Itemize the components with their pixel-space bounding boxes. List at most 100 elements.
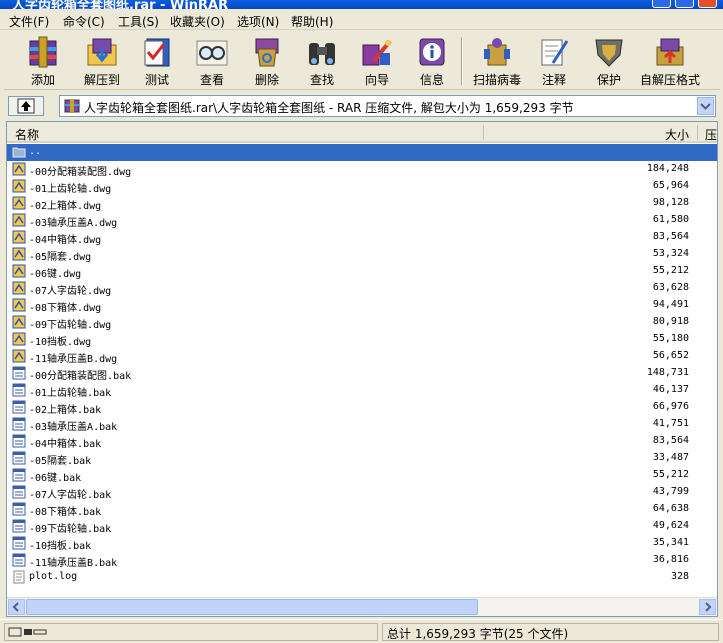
file-list[interactable]: 名称 大小 压 .. -00分配箱装配图.dwg 184,248 -01上齿轮轴.d… [6, 121, 718, 617]
menu-tools[interactable]: 工具(S) [118, 13, 159, 30]
wizard-icon [362, 39, 392, 66]
file-row[interactable]: -07人字齿轮.dwg 63,628 [7, 280, 717, 297]
extract-folder-icon [87, 38, 117, 66]
sfx-button[interactable]: 自解压格式 [634, 33, 706, 89]
dwg-file-icon [12, 247, 26, 261]
bak-file-icon [12, 553, 26, 567]
address-dropdown-button[interactable] [697, 97, 714, 115]
scan-virus-button[interactable]: 扫描病毒 [466, 33, 528, 89]
file-row[interactable]: -06键.dwg 55,212 [7, 263, 717, 280]
scroll-left-button[interactable] [8, 599, 25, 615]
scan-virus-icon [484, 38, 510, 66]
comment-button[interactable]: 注释 [525, 33, 583, 89]
protect-button[interactable]: 保护 [580, 33, 638, 89]
find-button[interactable]: 查找 [293, 33, 351, 89]
test-label: 测试 [144, 73, 169, 87]
file-row[interactable]: -07人字齿轮.bak 43,799 [7, 484, 717, 501]
view-button[interactable]: 查看 [183, 33, 241, 89]
file-size: 63,628 [652, 282, 689, 293]
file-row[interactable]: -10挡板.bak 35,341 [7, 535, 717, 552]
file-row[interactable]: -08下箱体.bak 64,638 [7, 501, 717, 518]
menu-options[interactable]: 选项(N) [237, 13, 279, 30]
file-size: 56,652 [652, 350, 689, 361]
file-row[interactable]: -00分配箱装配图.bak 148,731 [7, 365, 717, 382]
column-header-packed[interactable]: 压 [705, 126, 717, 143]
up-one-level-button[interactable] [8, 96, 44, 116]
file-size: 33,487 [652, 452, 689, 463]
column-header-name[interactable]: 名称 [15, 126, 39, 143]
maximize-button[interactable] [675, 0, 694, 8]
dwg-file-icon [12, 196, 26, 210]
horizontal-scrollbar[interactable] [7, 597, 717, 616]
file-row[interactable]: -05隔套.bak 33,487 [7, 450, 717, 467]
file-row[interactable]: plot.log 328 [7, 569, 717, 586]
file-row[interactable]: -09下齿轮轴.bak 49,624 [7, 518, 717, 535]
dwg-file-icon [12, 298, 26, 312]
file-name: plot.log [29, 571, 78, 582]
dwg-file-icon [12, 179, 26, 193]
file-name: -01上齿轮轴.bak [29, 388, 112, 399]
toolbar-separator [461, 37, 463, 85]
file-row[interactable]: -01上齿轮轴.dwg 65,964 [7, 178, 717, 195]
file-row[interactable]: -08下箱体.dwg 94,491 [7, 297, 717, 314]
column-header-size[interactable]: 大小 [665, 126, 689, 143]
file-row[interactable]: -10挡板.dwg 55,180 [7, 331, 717, 348]
file-row[interactable]: -01上齿轮轴.bak 46,137 [7, 382, 717, 399]
menu-file[interactable]: 文件(F) [9, 13, 49, 30]
status-left-cell [4, 623, 378, 641]
info-icon [419, 38, 445, 66]
scroll-right-button[interactable] [699, 599, 716, 615]
column-divider[interactable] [697, 125, 698, 140]
menu-favorites[interactable]: 收藏夹(O) [170, 13, 225, 30]
file-row[interactable]: -06键.bak 55,212 [7, 467, 717, 484]
file-row[interactable]: -02上箱体.dwg 98,128 [7, 195, 717, 212]
find-binoculars-icon [309, 43, 335, 65]
dwg-file-icon [12, 315, 26, 329]
file-name: -11轴承压盖B.dwg [29, 354, 118, 365]
file-size: 328 [670, 571, 689, 582]
delete-button[interactable]: 删除 [238, 33, 296, 89]
file-size: 64,638 [652, 503, 689, 514]
file-row[interactable]: -04中箱体.bak 83,564 [7, 433, 717, 450]
dwg-file-icon [12, 264, 26, 278]
parent-folder-row[interactable]: .. [7, 144, 717, 161]
bak-file-icon [12, 417, 26, 431]
test-button[interactable]: 测试 [128, 33, 186, 89]
address-bar[interactable]: 人字齿轮箱全套图纸.rar\人字齿轮箱全套图纸 - RAR 压缩文件, 解包大小… [59, 95, 716, 117]
file-name: -04中箱体.dwg [29, 235, 102, 246]
dwg-file-icon [12, 349, 26, 363]
file-name: -00分配箱装配图.bak [29, 371, 132, 382]
wizard-label: 向导 [364, 73, 389, 87]
scroll-thumb[interactable] [26, 599, 478, 615]
info-button[interactable]: 信息 [403, 33, 461, 89]
file-row[interactable]: -04中箱体.dwg 83,564 [7, 229, 717, 246]
minimize-button[interactable] [652, 0, 671, 8]
title-bar[interactable]: 人字齿轮箱全套图纸.rar - WinRAR [0, 0, 723, 9]
file-row[interactable]: -03轴承压盖A.dwg 61,580 [7, 212, 717, 229]
address-path: 人字齿轮箱全套图纸.rar\人字齿轮箱全套图纸 - RAR 压缩文件, 解包大小… [84, 101, 574, 115]
add-button[interactable]: 添加 [14, 33, 72, 89]
file-name: -07人字齿轮.bak [29, 490, 112, 501]
menu-commands[interactable]: 命令(C) [63, 13, 105, 30]
file-size: 65,964 [652, 180, 689, 191]
menu-help[interactable]: 帮助(H) [291, 13, 333, 30]
file-row[interactable]: -00分配箱装配图.dwg 184,248 [7, 161, 717, 178]
file-name: -03轴承压盖A.dwg [29, 218, 118, 229]
wizard-button[interactable]: 向导 [348, 33, 406, 89]
file-row[interactable]: -09下齿轮轴.dwg 80,918 [7, 314, 717, 331]
file-row[interactable]: -05隔套.dwg 53,324 [7, 246, 717, 263]
column-divider[interactable] [483, 125, 484, 140]
file-row[interactable]: -03轴承压盖A.bak 41,751 [7, 416, 717, 433]
file-row[interactable]: -11轴承压盖B.bak 36,816 [7, 552, 717, 569]
extract-to-button[interactable]: 解压到 [73, 33, 131, 89]
file-size: 36,816 [652, 554, 689, 565]
bak-file-icon [12, 468, 26, 482]
close-button[interactable] [698, 0, 717, 8]
chevron-down-icon [700, 103, 711, 110]
file-name: -07人字齿轮.dwg [29, 286, 112, 297]
up-arrow-icon [17, 98, 35, 114]
file-row[interactable]: -11轴承压盖B.dwg 56,652 [7, 348, 717, 365]
file-size: 43,799 [652, 486, 689, 497]
file-size: 148,731 [646, 367, 689, 378]
file-row[interactable]: -02上箱体.bak 66,976 [7, 399, 717, 416]
